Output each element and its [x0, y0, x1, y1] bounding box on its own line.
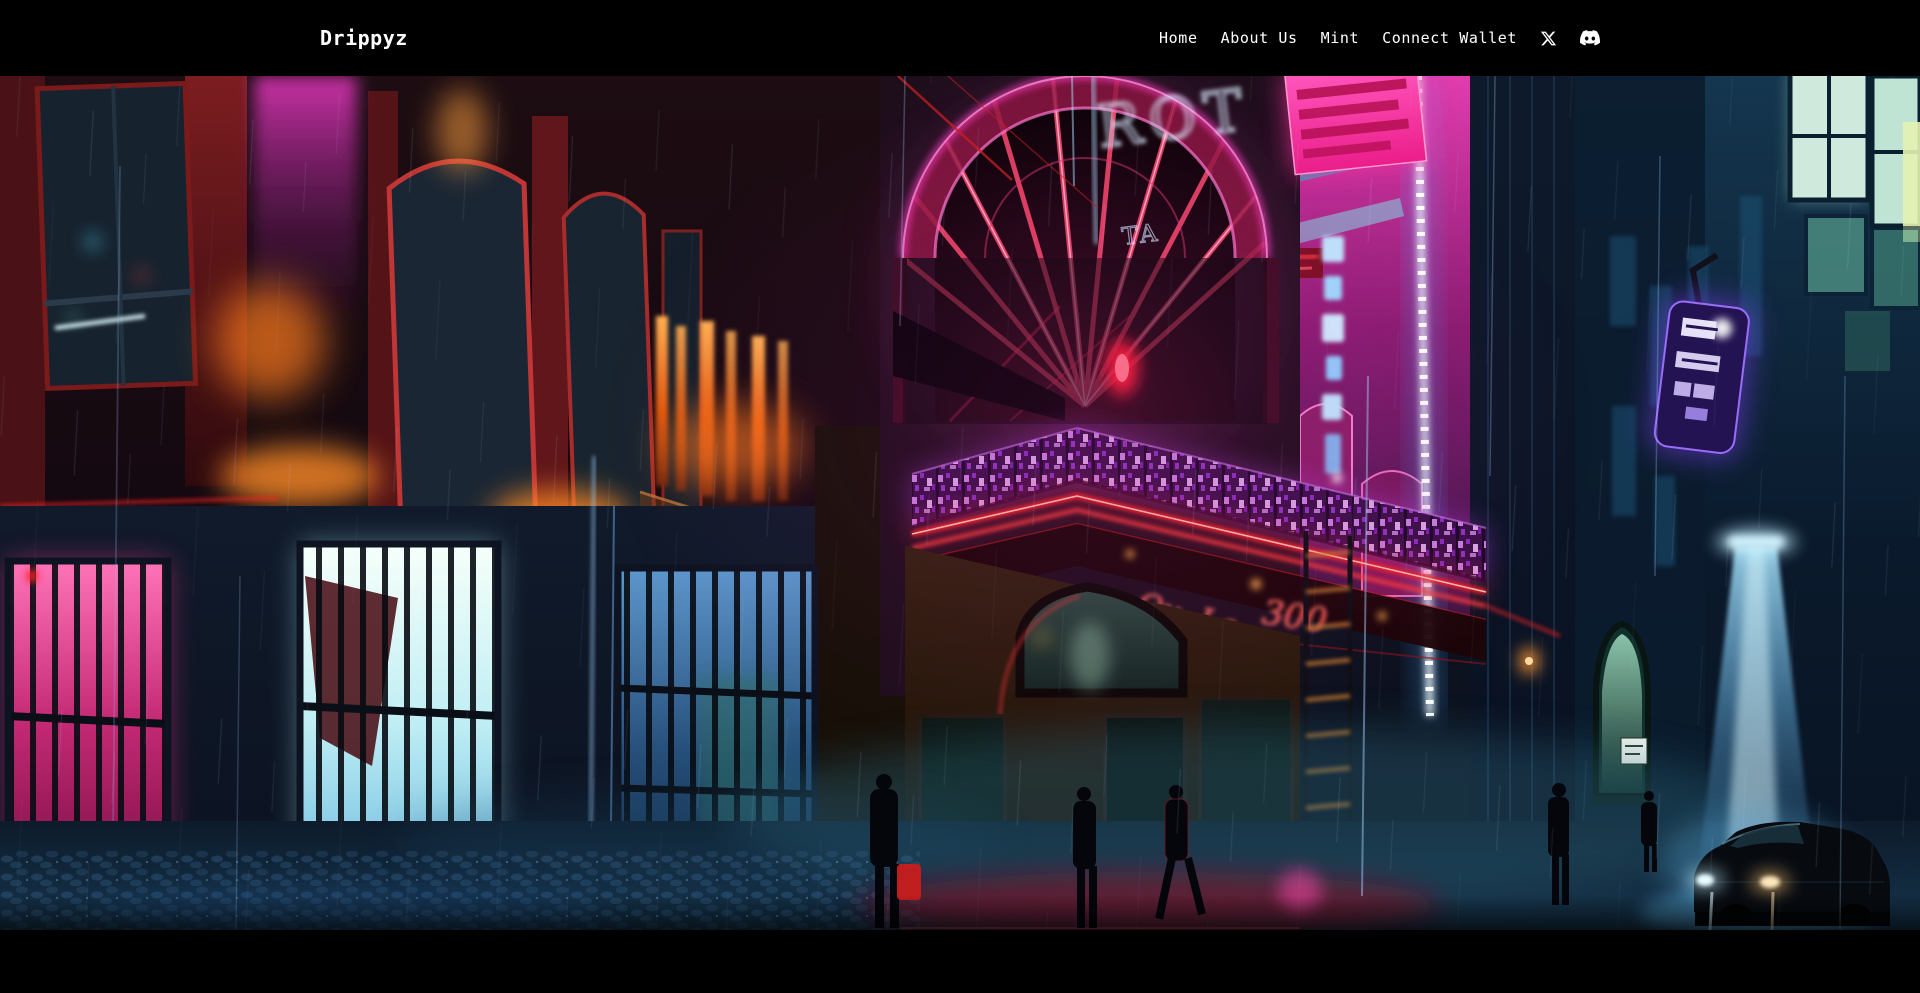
page: Drippyz Home About Us Mint Connect Walle… [0, 0, 1920, 993]
main-nav: Home About Us Mint Connect Wallet [1159, 29, 1600, 47]
discord-icon [1580, 30, 1600, 46]
brand-logo[interactable]: Drippyz [320, 26, 408, 50]
navbar-container: Drippyz Home About Us Mint Connect Walle… [320, 26, 1600, 50]
x-icon [1540, 30, 1557, 47]
hero-section: ROT TA [0, 76, 1920, 930]
discord-social-link[interactable] [1580, 30, 1600, 46]
nav-link-about-us[interactable]: About Us [1221, 29, 1298, 47]
nav-link-connect-wallet[interactable]: Connect Wallet [1382, 29, 1517, 47]
top-navbar: Drippyz Home About Us Mint Connect Walle… [0, 0, 1920, 76]
nav-link-home[interactable]: Home [1159, 29, 1198, 47]
nav-link-mint[interactable]: Mint [1321, 29, 1360, 47]
hero-artwork: ROT TA [0, 76, 1920, 930]
x-social-link[interactable] [1540, 30, 1557, 47]
footer-bar [0, 930, 1920, 993]
